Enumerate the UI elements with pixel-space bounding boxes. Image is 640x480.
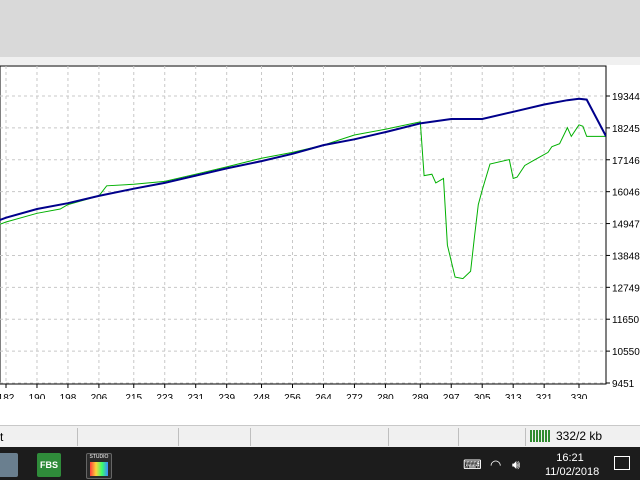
fbs-label: FBS bbox=[40, 460, 58, 470]
app-icon[interactable] bbox=[0, 453, 18, 477]
x-tick-label: 330 bbox=[571, 393, 588, 399]
y-tick-label: 19344 bbox=[612, 92, 640, 103]
y-tick-label: 14947 bbox=[612, 220, 640, 231]
y-tick-label: 18245 bbox=[612, 124, 640, 135]
x-tick-label: 280 bbox=[377, 393, 394, 399]
x-tick-label: 248 bbox=[253, 393, 270, 399]
x-tick-label: 231 bbox=[187, 393, 204, 399]
notification-icon[interactable] bbox=[614, 456, 630, 470]
y-tick-label: 12749 bbox=[612, 283, 640, 294]
status-separator bbox=[250, 428, 251, 446]
clock-date: 11/02/2018 bbox=[545, 466, 600, 478]
y-tick-label: 9451 bbox=[612, 379, 635, 390]
x-tick-label: 223 bbox=[156, 393, 173, 399]
x-tick-label: 289 bbox=[412, 393, 429, 399]
status-separator bbox=[77, 428, 78, 446]
volume-icon[interactable]: 🔊︎ bbox=[512, 457, 520, 473]
traffic-text: 332/2 kb bbox=[556, 429, 603, 443]
status-separator bbox=[458, 428, 459, 446]
x-tick-label: 305 bbox=[474, 393, 491, 399]
status-left-text: t bbox=[0, 430, 4, 444]
studio-gradient bbox=[90, 462, 108, 476]
x-tick-label: 313 bbox=[505, 393, 522, 399]
x-tick-label: 206 bbox=[91, 393, 108, 399]
x-tick-label: 256 bbox=[284, 393, 301, 399]
wifi-icon[interactable]: ◠ bbox=[490, 457, 501, 473]
y-tick-label: 10550 bbox=[612, 347, 640, 358]
x-tick-label: 190 bbox=[29, 393, 46, 399]
taskbar: FBS STUDIO ⌨ ◠ 🔊︎ 16:21 11/02/2018 bbox=[0, 447, 640, 480]
y-tick-label: 13848 bbox=[612, 251, 640, 262]
connection-status[interactable]: 332/2 kb bbox=[530, 429, 602, 443]
keyboard-icon[interactable]: ⌨ bbox=[463, 457, 482, 473]
status-separator bbox=[388, 428, 389, 446]
fbs-app-icon[interactable]: FBS bbox=[37, 453, 61, 477]
panel-separator bbox=[0, 57, 640, 65]
x-tick-label: 272 bbox=[346, 393, 363, 399]
status-separator bbox=[525, 428, 526, 446]
plot-border bbox=[0, 65, 607, 385]
x-tick-label: 297 bbox=[443, 393, 460, 399]
status-bar: t 332/2 kb bbox=[0, 425, 640, 448]
studio-app-icon[interactable]: STUDIO bbox=[86, 453, 112, 479]
x-tick-label: 321 bbox=[536, 393, 553, 399]
x-tick-label: 182 bbox=[0, 393, 15, 399]
x-tick-label: 264 bbox=[315, 393, 332, 399]
clock[interactable]: 16:21 11/02/2018 bbox=[545, 451, 600, 479]
status-separator bbox=[178, 428, 179, 446]
connection-bars-icon bbox=[530, 430, 552, 442]
y-tick-label: 16046 bbox=[612, 188, 640, 199]
tester-graph-svg: 9451 10550 11650 12749 13848 14947 16046 17146 1… bbox=[0, 65, 640, 399]
tester-graph: 9451 10550 11650 12749 13848 14947 16046 17146 1… bbox=[0, 65, 640, 399]
y-tick-label: 11650 bbox=[612, 315, 640, 326]
x-tick-label: 198 bbox=[60, 393, 77, 399]
y-tick-label: 17146 bbox=[612, 156, 640, 167]
clock-time: 16:21 bbox=[556, 452, 584, 464]
studio-label: STUDIO bbox=[89, 454, 109, 460]
x-tick-label: 239 bbox=[218, 393, 235, 399]
x-tick-label: 215 bbox=[125, 393, 142, 399]
window-top-panel bbox=[0, 0, 640, 57]
